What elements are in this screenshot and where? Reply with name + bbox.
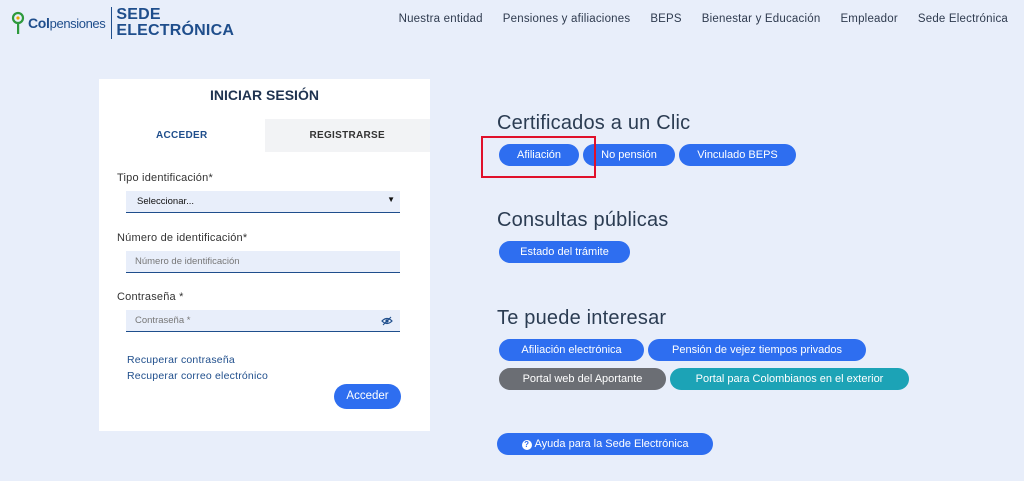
interesar-title: Te puede interesar [497, 307, 667, 329]
logo-sede: SEDE ELECTRÓNICA [116, 7, 234, 39]
numero-identificacion-placeholder: Número de identificación [135, 256, 240, 267]
portal-aportante-button[interactable]: Portal web del Aportante [499, 368, 666, 390]
nav-sede-electronica[interactable]: Sede Electrónica [918, 13, 1008, 25]
no-pension-button[interactable]: No pensión [583, 144, 675, 166]
tipo-identificacion-value: Seleccionar... [137, 196, 195, 207]
acceder-button[interactable]: Acceder [334, 384, 401, 409]
tipo-identificacion-label: Tipo identificación* [117, 172, 213, 184]
afiliacion-electronica-button[interactable]: Afiliación electrónica [499, 339, 644, 361]
colpensiones-mark-icon [11, 11, 25, 34]
numero-identificacion-label: Número de identificación* [117, 232, 248, 244]
password-label: Contraseña * [117, 291, 184, 303]
eye-slash-icon[interactable] [381, 316, 393, 326]
ayuda-sede-label: Ayuda para la Sede Electrónica [534, 438, 689, 450]
numero-identificacion-input[interactable]: Número de identificación [126, 251, 400, 273]
tab-registrarse[interactable]: REGISTRARSE [265, 119, 431, 152]
nav-empleador[interactable]: Empleador [840, 13, 897, 25]
logo-divider [111, 7, 113, 39]
nav-bienestar-educacion[interactable]: Bienestar y Educación [702, 13, 821, 25]
recuperar-correo-link[interactable]: Recuperar correo electrónico [127, 370, 268, 382]
tab-acceder[interactable]: ACCEDER [99, 119, 265, 152]
colpensiones-logo[interactable]: Col pensiones SEDE ELECTRÓNICA [10, 7, 234, 39]
vinculado-beps-button[interactable]: Vinculado BEPS [679, 144, 796, 166]
logo-sede-line1: SEDE [116, 6, 161, 23]
portal-colombianos-exterior-button[interactable]: Portal para Colombianos en el exterior [670, 368, 909, 390]
tipo-identificacion-select[interactable]: Seleccionar... ▼ [126, 191, 400, 213]
main-nav: Nuestra entidad Pensiones y afiliaciones… [399, 13, 1008, 25]
recuperar-contrasena-link[interactable]: Recuperar contraseña [127, 354, 235, 366]
consultas-title: Consultas públicas [497, 209, 669, 231]
logo-pensiones-text: pensiones [49, 15, 106, 31]
password-placeholder: Contraseña * [135, 315, 191, 326]
nav-pensiones-afiliaciones[interactable]: Pensiones y afiliaciones [503, 13, 631, 25]
login-card: INICIAR SESIÓN ACCEDER REGISTRARSE Tipo … [99, 79, 430, 431]
ayuda-sede-button[interactable]: ? Ayuda para la Sede Electrónica [497, 433, 713, 455]
header: Col pensiones SEDE ELECTRÓNICA Nuestra e… [0, 0, 1024, 44]
question-circle-icon: ? [521, 440, 532, 450]
logo-sede-line2: ELECTRÓNICA [116, 22, 235, 39]
password-input[interactable]: Contraseña * [126, 310, 400, 332]
certificados-title: Certificados a un Clic [497, 112, 691, 134]
login-tabs: ACCEDER REGISTRARSE [99, 119, 430, 152]
nav-nuestra-entidad[interactable]: Nuestra entidad [399, 13, 483, 25]
chevron-down-icon: ▼ [387, 195, 395, 204]
logo-col-text: Col [28, 15, 50, 31]
estado-tramite-button[interactable]: Estado del trámite [499, 241, 630, 263]
afiliacion-highlight-box [481, 136, 596, 178]
nav-beps[interactable]: BEPS [650, 13, 681, 25]
pension-vejez-button[interactable]: Pensión de vejez tiempos privados [648, 339, 866, 361]
login-title: INICIAR SESIÓN [210, 87, 319, 103]
